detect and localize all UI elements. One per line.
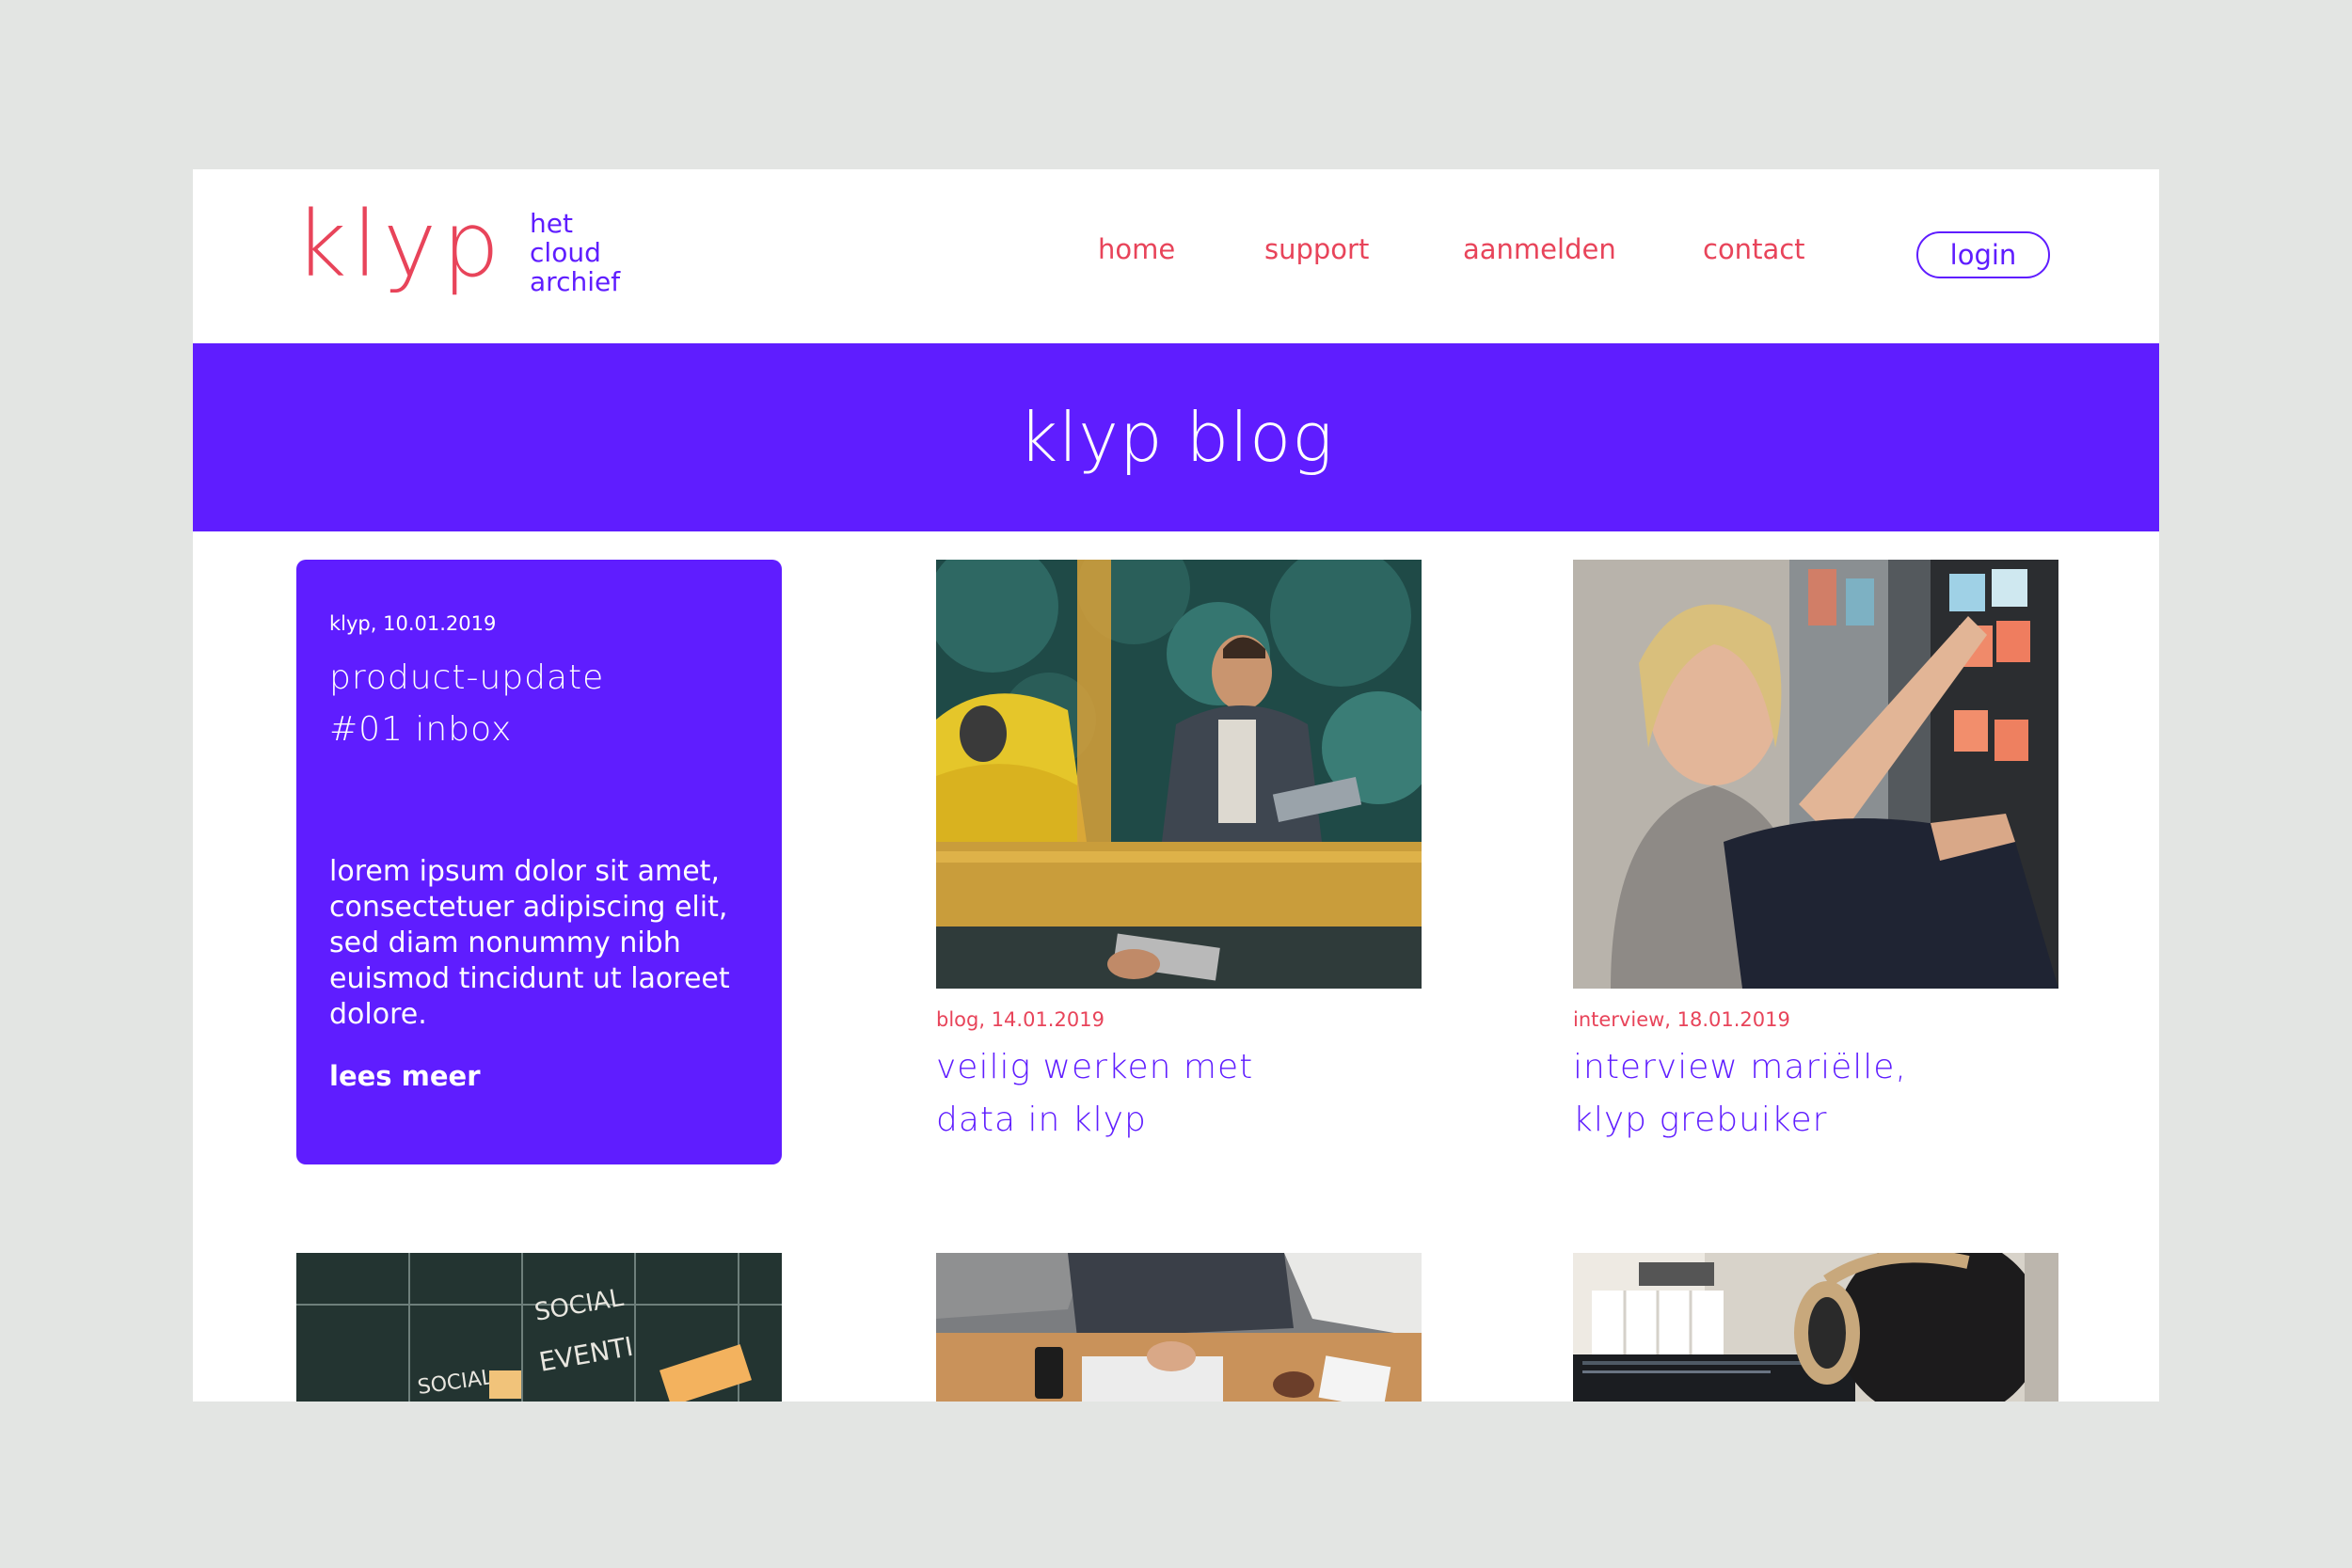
photo-illustration — [1573, 1253, 2058, 1402]
featured-post-excerpt: lorem ipsum dolor sit amet, consectetuer… — [329, 855, 730, 1031]
title-line: klyp grebuiker — [1573, 1101, 1828, 1139]
post-meta: interview, 18.01.2019 — [1573, 1008, 1790, 1031]
tagline-line: archief — [530, 266, 621, 297]
title-line: product-update — [329, 658, 605, 697]
featured-post-meta: klyp, 10.01.2019 — [329, 612, 497, 635]
tagline-line: het — [530, 208, 573, 239]
post-title-link[interactable]: veilig werken met data in klyp — [936, 1041, 1422, 1147]
photo-illustration — [936, 560, 1422, 989]
title-line: veilig werken met — [936, 1048, 1254, 1086]
office-meeting-photo[interactable] — [936, 560, 1422, 989]
site-logo[interactable]: klyp het cloud archief — [294, 199, 620, 296]
logo-wordmark: klyp — [294, 192, 506, 297]
sticky-notes-photo[interactable] — [1573, 560, 2058, 989]
desk-laptop-photo[interactable] — [936, 1253, 1422, 1402]
hero-banner: klyp blog — [193, 343, 2159, 531]
post-title-link[interactable]: interview mariëlle, klyp grebuiker — [1573, 1041, 2058, 1147]
tagline-line: cloud — [530, 237, 601, 268]
photo-illustration — [1573, 560, 2058, 989]
login-button[interactable]: login — [1916, 231, 2050, 278]
headphones-photo[interactable] — [1573, 1253, 2058, 1402]
browser-page: klyp het cloud archief home support aanm… — [193, 169, 2159, 1402]
nav-support-link[interactable]: support — [1264, 233, 1369, 265]
chalkboard-photo[interactable]: SOCIAL EVENTI SOCIAL — [296, 1253, 782, 1402]
page-title: klyp blog — [1018, 398, 1334, 477]
title-line: data in klyp — [936, 1101, 1147, 1139]
site-header: klyp het cloud archief home support aanm… — [193, 169, 2159, 343]
featured-post-card[interactable]: klyp, 10.01.2019 product-update #01 inbo… — [296, 560, 782, 1164]
read-more-link[interactable]: lees meer — [329, 1060, 481, 1092]
post-meta: blog, 14.01.2019 — [936, 1008, 1104, 1031]
nav-aanmelden-link[interactable]: aanmelden — [1463, 233, 1616, 265]
title-line: interview mariëlle, — [1573, 1048, 1907, 1086]
nav-home-link[interactable]: home — [1098, 233, 1175, 265]
featured-post-title: product-update #01 inbox — [329, 652, 743, 755]
logo-tagline: het cloud archief — [530, 209, 620, 296]
photo-illustration: SOCIAL EVENTI SOCIAL — [296, 1253, 782, 1402]
title-line: #01 inbox — [329, 710, 513, 749]
photo-illustration — [936, 1253, 1422, 1402]
nav-contact-link[interactable]: contact — [1703, 233, 1805, 265]
